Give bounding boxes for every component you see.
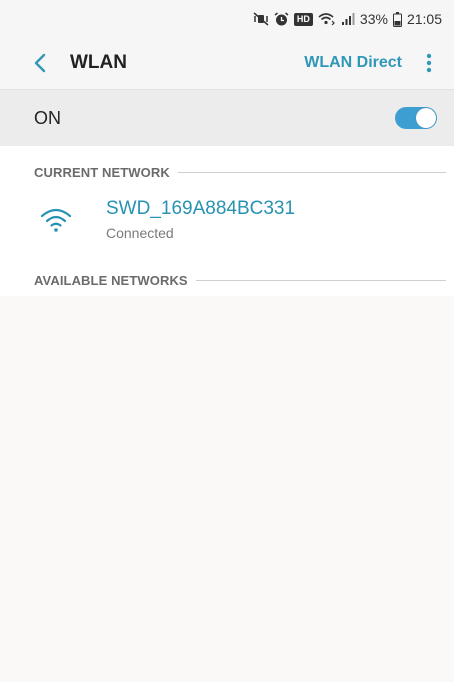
chevron-left-icon [34, 53, 46, 73]
alarm-icon [274, 11, 289, 27]
current-network-item[interactable]: SWD_169A884BC331 Connected [0, 196, 454, 250]
wlan-settings-screen: HD 33% 21:05 WLAN WLAN Direct ON CURRENT… [0, 0, 454, 682]
mute-vibrate-icon [253, 12, 269, 26]
available-networks-header: AVAILABLE NETWORKS [34, 272, 446, 288]
network-status: Connected [106, 225, 174, 241]
current-network-header: CURRENT NETWORK [34, 164, 446, 180]
app-bar: WLAN WLAN Direct [0, 38, 454, 88]
available-networks-title: AVAILABLE NETWORKS [34, 272, 188, 288]
wifi-calling-icon [318, 12, 336, 26]
section-divider [177, 171, 446, 173]
clock: 21:05 [406, 11, 442, 27]
available-networks-list [0, 296, 454, 682]
wlan-direct-button[interactable]: WLAN Direct [304, 52, 402, 74]
toggle-label: ON [34, 108, 61, 128]
more-vertical-icon [426, 53, 432, 73]
current-network-title: CURRENT NETWORK [34, 164, 170, 180]
toggle-knob [416, 108, 436, 128]
status-bar: HD 33% 21:05 [0, 0, 454, 38]
section-divider [195, 279, 446, 281]
wifi-icon [40, 208, 72, 232]
battery-icon [392, 11, 402, 27]
page-title: WLAN [70, 52, 127, 73]
more-options-button[interactable] [416, 50, 442, 76]
status-icons: HD 33% 21:05 [253, 10, 442, 28]
cell-signal-icon [341, 12, 355, 26]
wlan-toggle-switch[interactable] [395, 107, 437, 129]
network-ssid: SWD_169A884BC331 [106, 198, 296, 219]
back-button[interactable] [28, 51, 52, 75]
wlan-toggle-row[interactable]: ON [0, 89, 454, 147]
battery-percent: 33% [359, 11, 388, 27]
hd-badge: HD [293, 12, 313, 26]
